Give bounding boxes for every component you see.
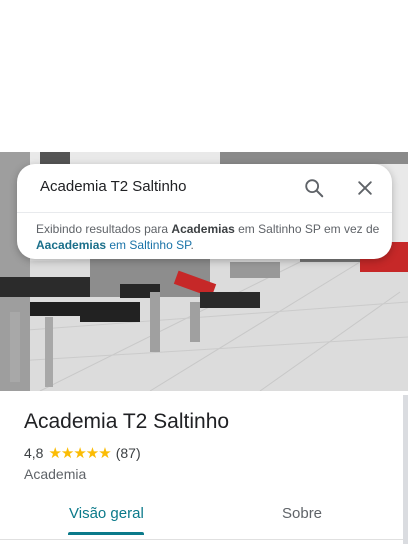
- tab-overview[interactable]: Visão geral: [69, 505, 144, 522]
- original-suffix[interactable]: em Saltinho SP: [106, 238, 190, 252]
- place-tabs: Visão geral Sobre: [0, 496, 408, 536]
- suggestion-corrected-term: Academias: [171, 222, 235, 236]
- original-term[interactable]: Aacademias: [36, 238, 106, 252]
- rating-row[interactable]: 4,8 ★★★★★ (87): [24, 444, 141, 462]
- star-icons: ★★★★★: [48, 445, 111, 462]
- original-query-link[interactable]: Aacademias em Saltinho SP: [36, 238, 191, 252]
- scrollbar[interactable]: [403, 395, 408, 544]
- search-bar[interactable]: Academia T2 Saltinho: [17, 164, 392, 212]
- search-divider: [17, 212, 392, 213]
- suggestion-prefix: Exibindo resultados para: [36, 222, 172, 236]
- search-card: Academia T2 Saltinho Exibindo resultados…: [17, 164, 392, 259]
- search-input[interactable]: Academia T2 Saltinho: [40, 178, 186, 195]
- tabs-divider: [0, 539, 408, 540]
- rating-value: 4,8: [24, 445, 44, 461]
- spelling-suggestion: Exibindo resultados para Academias em Sa…: [36, 221, 381, 253]
- active-tab-indicator: [68, 532, 144, 535]
- tab-about[interactable]: Sobre: [282, 505, 322, 522]
- review-count[interactable]: (87): [116, 445, 141, 461]
- suggestion-end: .: [190, 238, 194, 252]
- suggestion-middle: em Saltinho SP em vez de: [234, 222, 380, 236]
- search-icon[interactable]: [301, 175, 327, 201]
- place-title: Academia T2 Saltinho: [24, 410, 230, 433]
- place-category[interactable]: Academia: [24, 466, 86, 482]
- close-icon[interactable]: [352, 175, 378, 201]
